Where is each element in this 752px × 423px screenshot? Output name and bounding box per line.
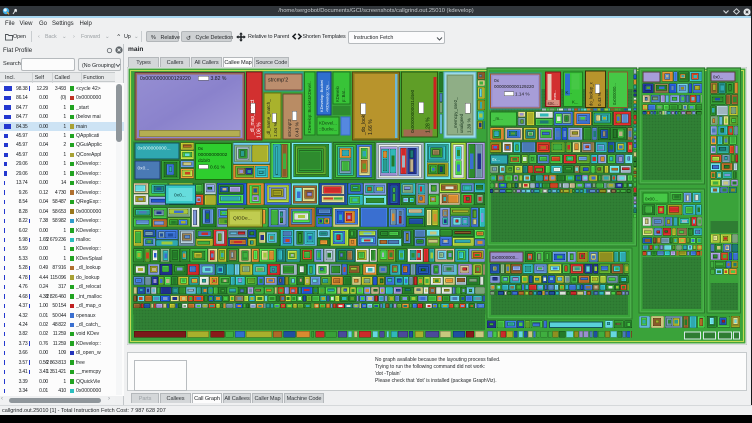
svg-text:3.82 %: 3.82 % <box>211 76 227 82</box>
svg-text:0x...: 0x... <box>492 157 500 162</box>
svg-text:KDevelop::Bucket: KDevelop::Bucket <box>319 79 324 112</box>
svg-text:do_lookup_x: do_lookup_x <box>589 81 594 106</box>
svg-text:strcmp'2: strcmp'2 <box>287 119 293 137</box>
svg-text:0x00000000...: 0x00000000... <box>492 255 519 260</box>
svg-text:0x0...: 0x0... <box>138 166 150 172</box>
svg-text:strc...: strc... <box>548 101 558 106</box>
svg-text:00000000002: 00000000002 <box>198 152 228 158</box>
svg-text:0x0000000000129220: 0x0000000000129220 <box>140 76 191 82</box>
svg-text:0x000000000...: 0x000000000... <box>138 146 171 152</box>
svg-text:unaligned: unaligned <box>459 113 464 133</box>
svg-text:KDevel...: KDevel... <box>319 121 337 126</box>
svg-text:0x: 0x <box>494 78 500 83</box>
svg-text:0x000000...: 0x000000... <box>612 83 617 105</box>
svg-text:0.61 %: 0.61 % <box>210 165 226 171</box>
svg-text:_dl_name_match_: _dl_name_match_ <box>266 99 271 138</box>
svg-text:p::Bat...: p::Bat... <box>341 88 346 102</box>
svg-text:0x00000000031d4e0: 0x00000000031d4e0 <box>410 89 415 133</box>
svg-text:KDevelo: KDevelo <box>335 86 340 102</box>
svg-text:0x00...: 0x00... <box>645 197 658 202</box>
svg-text:1.04 %: 1.04 % <box>273 121 279 137</box>
svg-text:1.28 %: 1.28 % <box>426 117 432 133</box>
svg-text:QlODe...: QlODe... <box>233 216 252 222</box>
svg-text:0x0...: 0x0... <box>713 75 723 80</box>
svg-text:0.43 %: 0.43 % <box>597 92 602 106</box>
svg-text:KDevelop::Bucket&KDevel..: KDevelop::Bucket&KDevel.. <box>307 81 312 133</box>
svg-text:<KDevelop::Qu...: <KDevelop::Qu... <box>325 81 330 112</box>
svg-text:1.66 %: 1.66 % <box>368 119 374 135</box>
svg-text:_m...: _m... <box>492 116 503 121</box>
svg-text:1.06 %: 1.06 % <box>257 122 263 138</box>
svg-text:1.39 %: 1.39 % <box>467 117 473 133</box>
svg-text:1.14 %: 1.14 % <box>515 92 530 97</box>
svg-text:::Bucke...: ::Bucke... <box>319 127 337 132</box>
svg-text:0.43 %: 0.43 % <box>295 121 301 137</box>
svg-text:0x: 0x <box>198 146 204 152</box>
svg-text:K...: K... <box>566 90 572 95</box>
svg-text:strcmp'2: strcmp'2 <box>268 78 288 84</box>
svg-text:K...: K... <box>572 100 578 105</box>
svg-text:0000000000129220: 0000000000129220 <box>494 84 535 89</box>
svg-text:__memcpy_sse2_: __memcpy_sse2_ <box>453 97 458 134</box>
svg-text:d1b/0: d1b/0 <box>198 158 210 164</box>
svg-text:0x0...: 0x0... <box>174 193 186 199</box>
